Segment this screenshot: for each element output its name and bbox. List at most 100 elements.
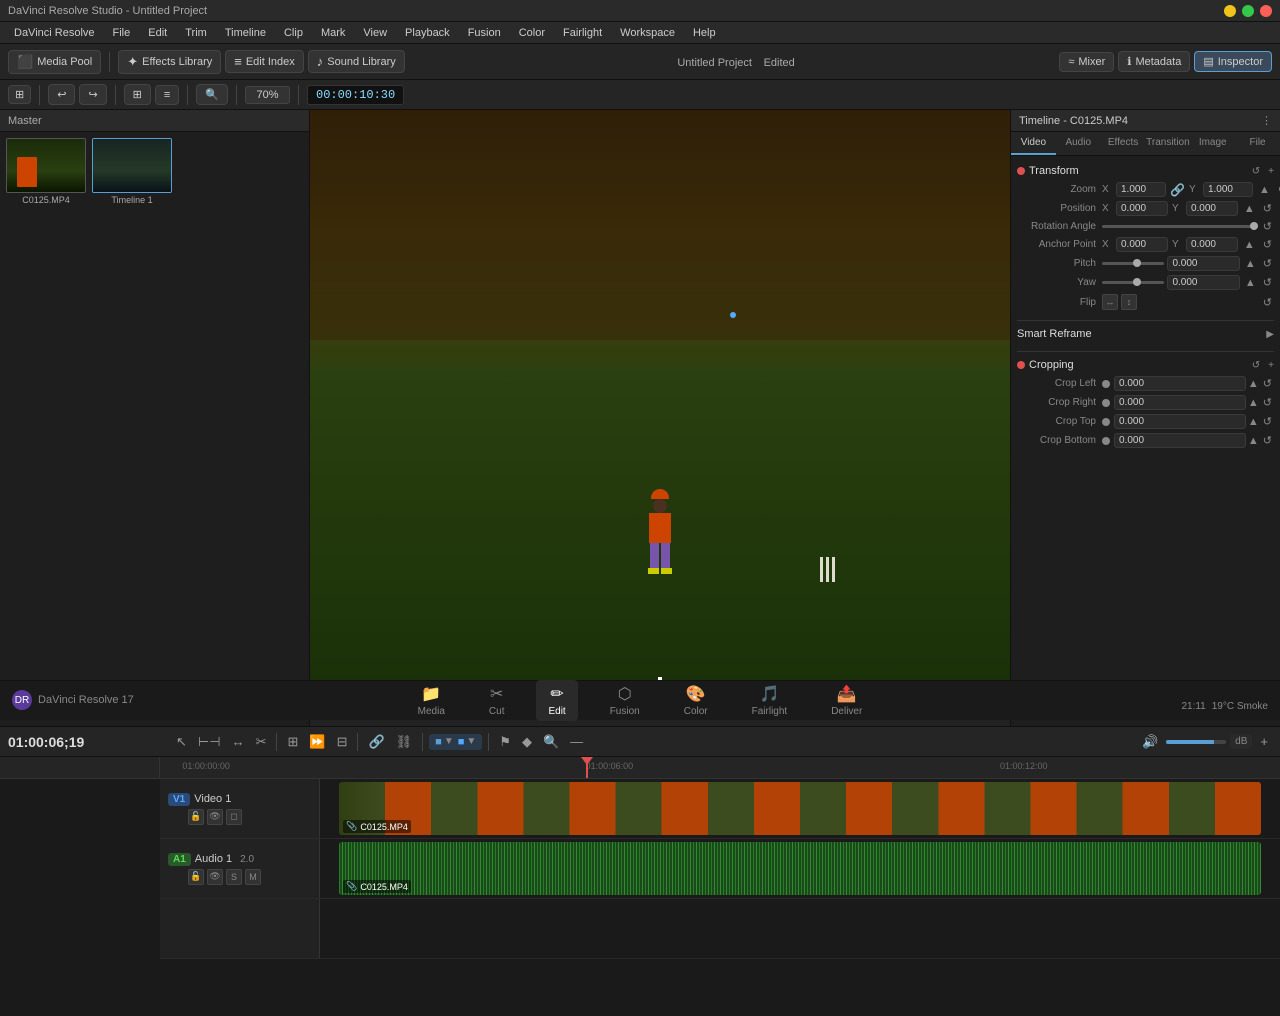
metadata-btn[interactable]: ℹ Metadata bbox=[1118, 51, 1190, 72]
trim-tool-btn[interactable]: ⊢⊣ bbox=[194, 732, 225, 752]
zoom-up-btn[interactable]: ▲ bbox=[1257, 184, 1272, 196]
color-mode-selector[interactable]: ■ ▼ ■ ▼ bbox=[429, 734, 482, 750]
pitch-slider[interactable] bbox=[1102, 262, 1164, 265]
crop-top-up[interactable]: ▲ bbox=[1246, 416, 1261, 428]
menu-workspace[interactable]: Workspace bbox=[612, 25, 683, 41]
anchor-y-field[interactable] bbox=[1186, 237, 1238, 252]
menu-fairlight[interactable]: Fairlight bbox=[555, 25, 610, 41]
maximize-btn[interactable] bbox=[1242, 5, 1254, 17]
anchor-up-btn[interactable]: ▲ bbox=[1242, 239, 1257, 251]
inspector-tab-effects[interactable]: Effects bbox=[1101, 132, 1146, 155]
grid-view-btn[interactable]: ⊞ bbox=[124, 84, 151, 105]
menu-mark[interactable]: Mark bbox=[313, 25, 353, 41]
menu-timeline[interactable]: Timeline bbox=[217, 25, 274, 41]
flip-reset-btn[interactable]: ↺ bbox=[1261, 296, 1274, 309]
nav-tab-fusion[interactable]: ⬡ Fusion bbox=[598, 680, 652, 721]
workspace-icon-btn[interactable]: ⊞ bbox=[8, 85, 31, 104]
minimize-btn[interactable] bbox=[1224, 5, 1236, 17]
search-btn[interactable]: 🔍 bbox=[196, 84, 228, 105]
rotation-reset-btn[interactable]: ↺ bbox=[1261, 220, 1274, 233]
crop-left-field[interactable] bbox=[1114, 376, 1246, 391]
cropping-reset-btn[interactable]: ↺ bbox=[1252, 360, 1260, 371]
position-x-field[interactable] bbox=[1116, 201, 1168, 216]
video-lock-btn[interactable]: 🔓 bbox=[188, 809, 204, 825]
flip-v-btn[interactable]: ↕ bbox=[1121, 294, 1137, 310]
dynamic-trim-btn[interactable]: ↔ bbox=[228, 732, 249, 751]
zoom-y-field[interactable] bbox=[1203, 182, 1253, 197]
menu-fusion[interactable]: Fusion bbox=[460, 25, 509, 41]
menu-help[interactable]: Help bbox=[685, 25, 724, 41]
zoom-range-btn[interactable]: — bbox=[566, 732, 587, 751]
crop-top-reset[interactable]: ↺ bbox=[1261, 415, 1274, 428]
rotation-slider[interactable] bbox=[1102, 225, 1258, 228]
clip-item-c0125[interactable]: C0125.MP4 bbox=[6, 138, 86, 205]
crop-right-field[interactable] bbox=[1114, 395, 1246, 410]
edit-index-btn[interactable]: ≡ Edit Index bbox=[225, 50, 304, 73]
inspector-btn[interactable]: ▤ Inspector bbox=[1194, 51, 1272, 72]
smart-reframe-header[interactable]: Smart Reframe ▶ bbox=[1017, 325, 1274, 343]
color-mode-dropdown[interactable]: ▼ bbox=[444, 736, 454, 747]
yaw-reset-btn[interactable]: ↺ bbox=[1261, 276, 1274, 289]
crop-top-field[interactable] bbox=[1114, 414, 1246, 429]
flag-btn[interactable]: ⚑ bbox=[495, 732, 515, 752]
crop-bottom-field[interactable] bbox=[1114, 433, 1246, 448]
crop-left-up[interactable]: ▲ bbox=[1246, 378, 1261, 390]
list-view-btn[interactable]: ≡ bbox=[155, 85, 179, 105]
link-btn[interactable]: ⛓ bbox=[392, 732, 417, 752]
mixer-btn[interactable]: ≈ Mixer bbox=[1059, 52, 1114, 72]
audio-solo-btn[interactable]: S bbox=[226, 869, 242, 885]
anchor-x-field[interactable] bbox=[1116, 237, 1168, 252]
menu-view[interactable]: View bbox=[355, 25, 395, 41]
undo-btn[interactable]: ↩ bbox=[48, 84, 75, 105]
menu-edit[interactable]: Edit bbox=[140, 25, 175, 41]
menu-color[interactable]: Color bbox=[511, 25, 553, 41]
audio-lock-btn[interactable]: 🔓 bbox=[188, 869, 204, 885]
audio-clip[interactable]: 📎 C0125.MP4 bbox=[339, 842, 1261, 895]
select-tool-btn[interactable]: ↖ bbox=[172, 732, 191, 752]
position-reset-btn[interactable]: ↺ bbox=[1261, 202, 1274, 215]
nav-tab-edit[interactable]: ✏ Edit bbox=[536, 680, 577, 721]
crop-left-reset[interactable]: ↺ bbox=[1261, 377, 1274, 390]
zoom-x-field[interactable] bbox=[1116, 182, 1166, 197]
menu-clip[interactable]: Clip bbox=[276, 25, 311, 41]
pitch-reset-btn[interactable]: ↺ bbox=[1261, 257, 1274, 270]
transform-expand-btn[interactable]: + bbox=[1268, 166, 1274, 177]
pitch-field[interactable] bbox=[1167, 256, 1239, 271]
zoom-in-tl-btn[interactable]: 🔍 bbox=[539, 732, 563, 752]
position-y-field[interactable] bbox=[1186, 201, 1238, 216]
crop-bottom-up[interactable]: ▲ bbox=[1246, 435, 1261, 447]
snap-btn[interactable]: 🔗 bbox=[364, 732, 388, 752]
cropping-expand-btn[interactable]: + bbox=[1268, 360, 1274, 371]
inspector-tab-transition[interactable]: Transition bbox=[1145, 132, 1190, 155]
video-eye-btn[interactable]: 👁 bbox=[207, 809, 223, 825]
nav-tab-cut[interactable]: ✂ Cut bbox=[477, 680, 517, 721]
timecode-display[interactable]: 00:00:10:30 bbox=[307, 85, 404, 105]
flip-h-btn[interactable]: ↔ bbox=[1102, 294, 1118, 310]
inspector-options-btn[interactable]: ⋮ bbox=[1261, 114, 1272, 127]
yaw-field[interactable] bbox=[1167, 275, 1239, 290]
transform-reset-btn[interactable]: ↺ bbox=[1252, 166, 1260, 177]
position-up-btn[interactable]: ▲ bbox=[1242, 203, 1257, 215]
volume-slider[interactable] bbox=[1166, 740, 1226, 744]
redo-btn[interactable]: ↪ bbox=[79, 84, 106, 105]
transform-header[interactable]: Transform ↺ + bbox=[1017, 162, 1274, 180]
menu-playback[interactable]: Playback bbox=[397, 25, 458, 41]
transform-btn[interactable]: ⊞ bbox=[283, 732, 302, 752]
smart-reframe-expand-btn[interactable]: ▶ bbox=[1266, 329, 1274, 340]
nav-tab-deliver[interactable]: 📤 Deliver bbox=[819, 680, 874, 721]
menu-file[interactable]: File bbox=[105, 25, 139, 41]
inspector-tab-image[interactable]: Image bbox=[1190, 132, 1235, 155]
zoom-display[interactable]: 70% bbox=[245, 86, 290, 104]
menu-davinci[interactable]: DaVinci Resolve bbox=[6, 25, 103, 41]
inspector-tab-audio[interactable]: Audio bbox=[1056, 132, 1101, 155]
composite-btn[interactable]: ⊟ bbox=[333, 732, 352, 752]
inspector-tab-video[interactable]: Video bbox=[1011, 132, 1056, 155]
video-solo-btn[interactable]: ◻ bbox=[226, 809, 242, 825]
clip-item-timeline1[interactable]: Timeline 1 bbox=[92, 138, 172, 205]
crop-right-up[interactable]: ▲ bbox=[1246, 397, 1261, 409]
marker-btn[interactable]: ◆ bbox=[518, 732, 536, 752]
inspector-tab-file[interactable]: File bbox=[1235, 132, 1280, 155]
anchor-reset-btn[interactable]: ↺ bbox=[1261, 238, 1274, 251]
media-pool-btn[interactable]: ⬛ Media Pool bbox=[8, 50, 101, 74]
blade-btn[interactable]: ✂ bbox=[252, 732, 271, 752]
